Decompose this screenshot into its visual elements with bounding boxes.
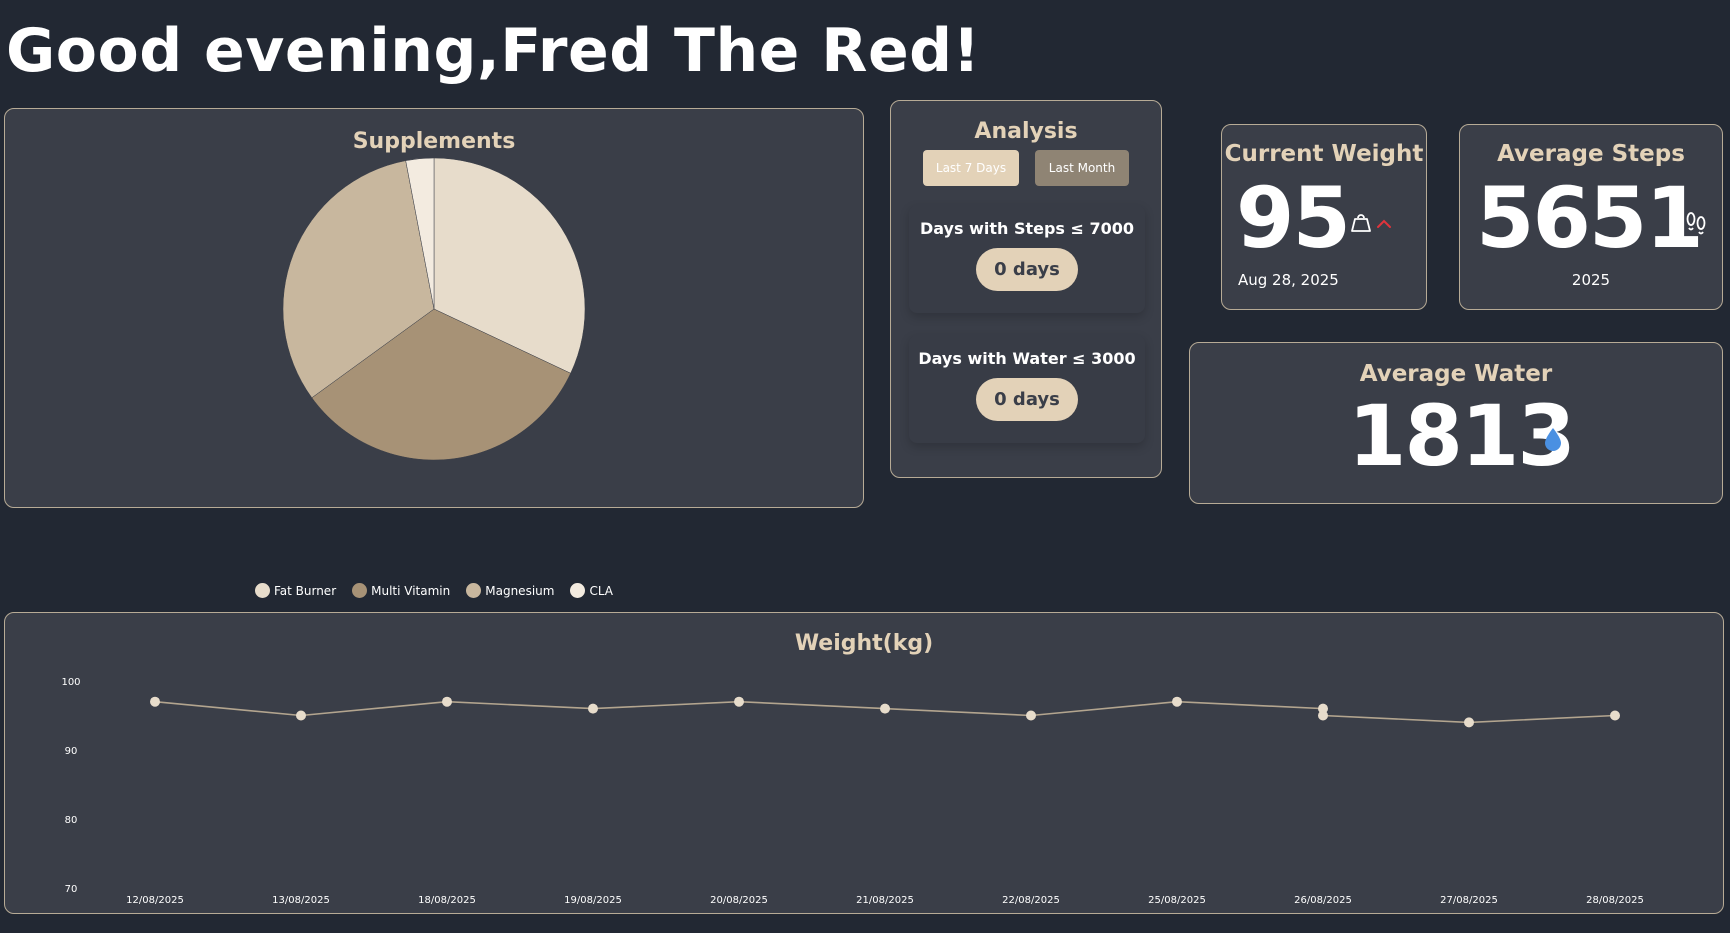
supplements-pie-chart [282, 157, 586, 461]
average-water-value: 1813 [1348, 387, 1576, 485]
weight-data-point[interactable] [1464, 717, 1474, 728]
weight-data-point[interactable] [588, 703, 598, 714]
legend-label: Multi Vitamin [371, 583, 451, 598]
steps-stat-label: Days with Steps ≤ 7000 [919, 219, 1135, 238]
legend-item[interactable]: Multi Vitamin [352, 583, 450, 598]
average-water-title: Average Water [1359, 361, 1553, 387]
weight-data-point[interactable] [442, 696, 452, 707]
y-tick-label: 100 [61, 677, 80, 688]
analysis-card: Analysis Last 7 Days Last Month Days wit… [890, 100, 1162, 478]
supplements-card: Supplements Fat Burner Multi Vitamin Magne… [4, 108, 864, 598]
analysis-title: Analysis [974, 119, 1078, 144]
average-water-card: Average Water 1813 [1189, 342, 1723, 504]
x-tick-label: 25/08/2025 [1148, 895, 1206, 906]
footprints-icon [1684, 209, 1708, 241]
legend-swatch [466, 583, 482, 598]
y-tick-label: 70 [65, 884, 78, 895]
analysis-range-buttons: Last 7 Days Last Month [891, 150, 1161, 186]
trend-up-icon [1376, 215, 1392, 234]
weight-data-point[interactable] [1318, 710, 1328, 721]
legend-item[interactable]: CLA [570, 583, 613, 598]
x-tick-label: 22/08/2025 [1002, 895, 1060, 906]
current-weight-title: Current Weight [1224, 141, 1424, 167]
legend-item[interactable]: Fat Burner [254, 583, 337, 598]
average-steps-year: 2025 [1571, 271, 1611, 289]
weight-data-point[interactable] [880, 703, 890, 714]
legend-swatch [254, 583, 270, 598]
water-stat-box: Days with Water ≤ 3000 0 days [909, 335, 1145, 443]
x-tick-label: 26/08/2025 [1294, 895, 1352, 906]
x-tick-label: 21/08/2025 [856, 895, 914, 906]
current-weight-value: 95 [1236, 169, 1351, 267]
greeting-heading: Good evening,Fred The Red! [6, 16, 981, 86]
weight-data-point[interactable] [150, 696, 160, 707]
y-tick-label: 90 [65, 746, 78, 757]
weight-data-point[interactable] [1610, 710, 1620, 721]
y-tick-label: 80 [65, 815, 78, 826]
weight-icon [1350, 211, 1372, 237]
x-tick-label: 28/08/2025 [1586, 895, 1644, 906]
legend-swatch [352, 583, 368, 598]
dashboard-page: Good evening,Fred The Red! Supplements F… [0, 0, 1730, 933]
steps-days-badge: 0 days [976, 248, 1078, 291]
average-steps-title: Average Steps [1497, 141, 1685, 167]
average-steps-value: 5651 [1476, 169, 1704, 267]
water-stat-label: Days with Water ≤ 3000 [918, 349, 1136, 368]
legend-item[interactable]: Magnesium [466, 583, 554, 598]
weight-data-point[interactable] [1172, 696, 1182, 707]
x-tick-label: 27/08/2025 [1440, 895, 1498, 906]
weight-data-point[interactable] [1026, 710, 1036, 721]
current-weight-card: Current Weight 95 Aug 28, 2025 [1221, 124, 1427, 310]
weight-line-chart: 70 80 90 100 12/08/2025 13/08/2025 18/08/2025 1… [61, 677, 1644, 906]
x-tick-label: 18/08/2025 [418, 895, 476, 906]
legend-label: Fat Burner [273, 583, 337, 598]
current-weight-icons [1350, 211, 1392, 237]
x-tick-label: 19/08/2025 [564, 895, 622, 906]
weight-data-point[interactable] [296, 710, 306, 721]
x-tick-label: 12/08/2025 [126, 895, 184, 906]
steps-stat-box: Days with Steps ≤ 7000 0 days [909, 205, 1145, 313]
x-tick-label: 13/08/2025 [272, 895, 330, 906]
legend-swatch [570, 583, 586, 598]
current-weight-date: Aug 28, 2025 [1238, 271, 1339, 289]
supplements-legend: Fat Burner Multi Vitamin Magnesium CLA [5, 583, 863, 598]
last-month-button[interactable]: Last Month [1035, 150, 1129, 186]
last-7-days-button[interactable]: Last 7 Days [923, 150, 1019, 186]
legend-label: Magnesium [485, 583, 555, 598]
water-drop-icon [1544, 427, 1562, 455]
weight-chart-card: Weight(kg) 70 80 90 100 12/08/2025 13/08/2025… [4, 612, 1724, 914]
x-tick-label: 20/08/2025 [710, 895, 768, 906]
legend-label: CLA [589, 583, 614, 598]
water-days-badge: 0 days [976, 378, 1078, 421]
weight-data-point[interactable] [734, 696, 744, 707]
average-steps-card: Average Steps 5651 2025 [1459, 124, 1723, 310]
